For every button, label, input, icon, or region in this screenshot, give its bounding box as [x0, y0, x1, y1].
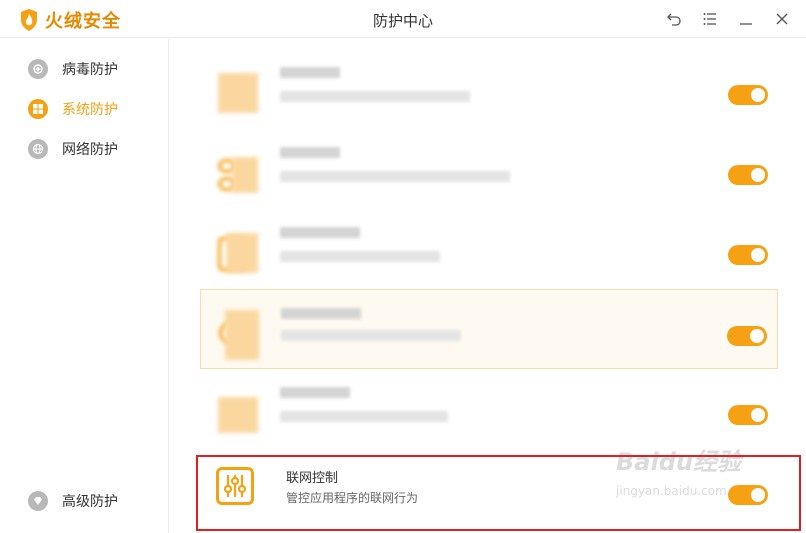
- obscured-text: [280, 91, 470, 102]
- toggle-switch[interactable]: [728, 405, 768, 425]
- sidebar-item-network-protection[interactable]: 网络防护: [28, 139, 118, 159]
- sidebar-item-label: 病毒防护: [62, 62, 118, 78]
- title-bar: 火绒安全 防护中心: [0, 0, 806, 38]
- sidebar-item-label: 网络防护: [62, 142, 118, 158]
- obscured-icon: [218, 393, 258, 433]
- sidebar: 病毒防护 系统防护 网络防护 高级防护: [0, 39, 169, 533]
- toggle-switch[interactable]: [728, 165, 768, 185]
- obscured-text: [280, 411, 448, 422]
- diamond-icon: [28, 491, 48, 511]
- obscured-icon: [218, 153, 258, 193]
- sliders-icon: [216, 467, 254, 505]
- network-control-toggle[interactable]: [728, 485, 768, 505]
- close-icon: [776, 13, 788, 25]
- obscured-text: [280, 147, 340, 158]
- menu-button[interactable]: [700, 8, 720, 30]
- minimize-icon: [740, 23, 752, 25]
- toggle-switch[interactable]: [728, 245, 768, 265]
- virus-shield-icon: [28, 59, 48, 79]
- toggle-switch[interactable]: [727, 326, 767, 346]
- window-controls: [664, 8, 792, 30]
- minimize-button[interactable]: [736, 8, 756, 30]
- sidebar-item-virus-protection[interactable]: 病毒防护: [28, 59, 118, 79]
- globe-icon: [28, 139, 48, 159]
- network-control-title: 联网控制: [286, 471, 339, 486]
- list-item: [200, 133, 778, 213]
- sidebar-item-label: 高级防护: [62, 494, 118, 510]
- toggle-switch[interactable]: [728, 85, 768, 105]
- obscured-text: [280, 251, 440, 262]
- sidebar-item-system-protection[interactable]: 系统防护: [28, 99, 118, 119]
- obscured-text: [280, 67, 340, 78]
- obscured-text: [280, 387, 350, 398]
- sidebar-item-advanced-protection[interactable]: 高级防护: [28, 491, 118, 511]
- obscured-icon: [218, 73, 258, 113]
- close-button[interactable]: [772, 8, 792, 30]
- menu-icon: [703, 13, 716, 25]
- obscured-text: [281, 330, 461, 341]
- list-item: [200, 373, 778, 453]
- list-item: [200, 53, 778, 133]
- windows-icon: [28, 99, 48, 119]
- obscured-text: [280, 171, 510, 182]
- protection-list: 联网控制 管控应用程序的联网行为: [170, 39, 806, 533]
- obscured-icon: [218, 233, 258, 273]
- obscured-icon: [219, 310, 259, 360]
- list-item: [200, 213, 778, 293]
- undo-icon: [667, 13, 681, 26]
- network-control-description: 管控应用程序的联网行为: [286, 491, 419, 505]
- sidebar-item-label: 系统防护: [62, 102, 118, 118]
- obscured-text: [281, 308, 361, 319]
- list-item-hovered: [200, 289, 778, 369]
- list-item-network-control: 联网控制 管控应用程序的联网行为: [200, 455, 778, 529]
- undo-button[interactable]: [664, 8, 684, 30]
- obscured-text: [280, 227, 360, 238]
